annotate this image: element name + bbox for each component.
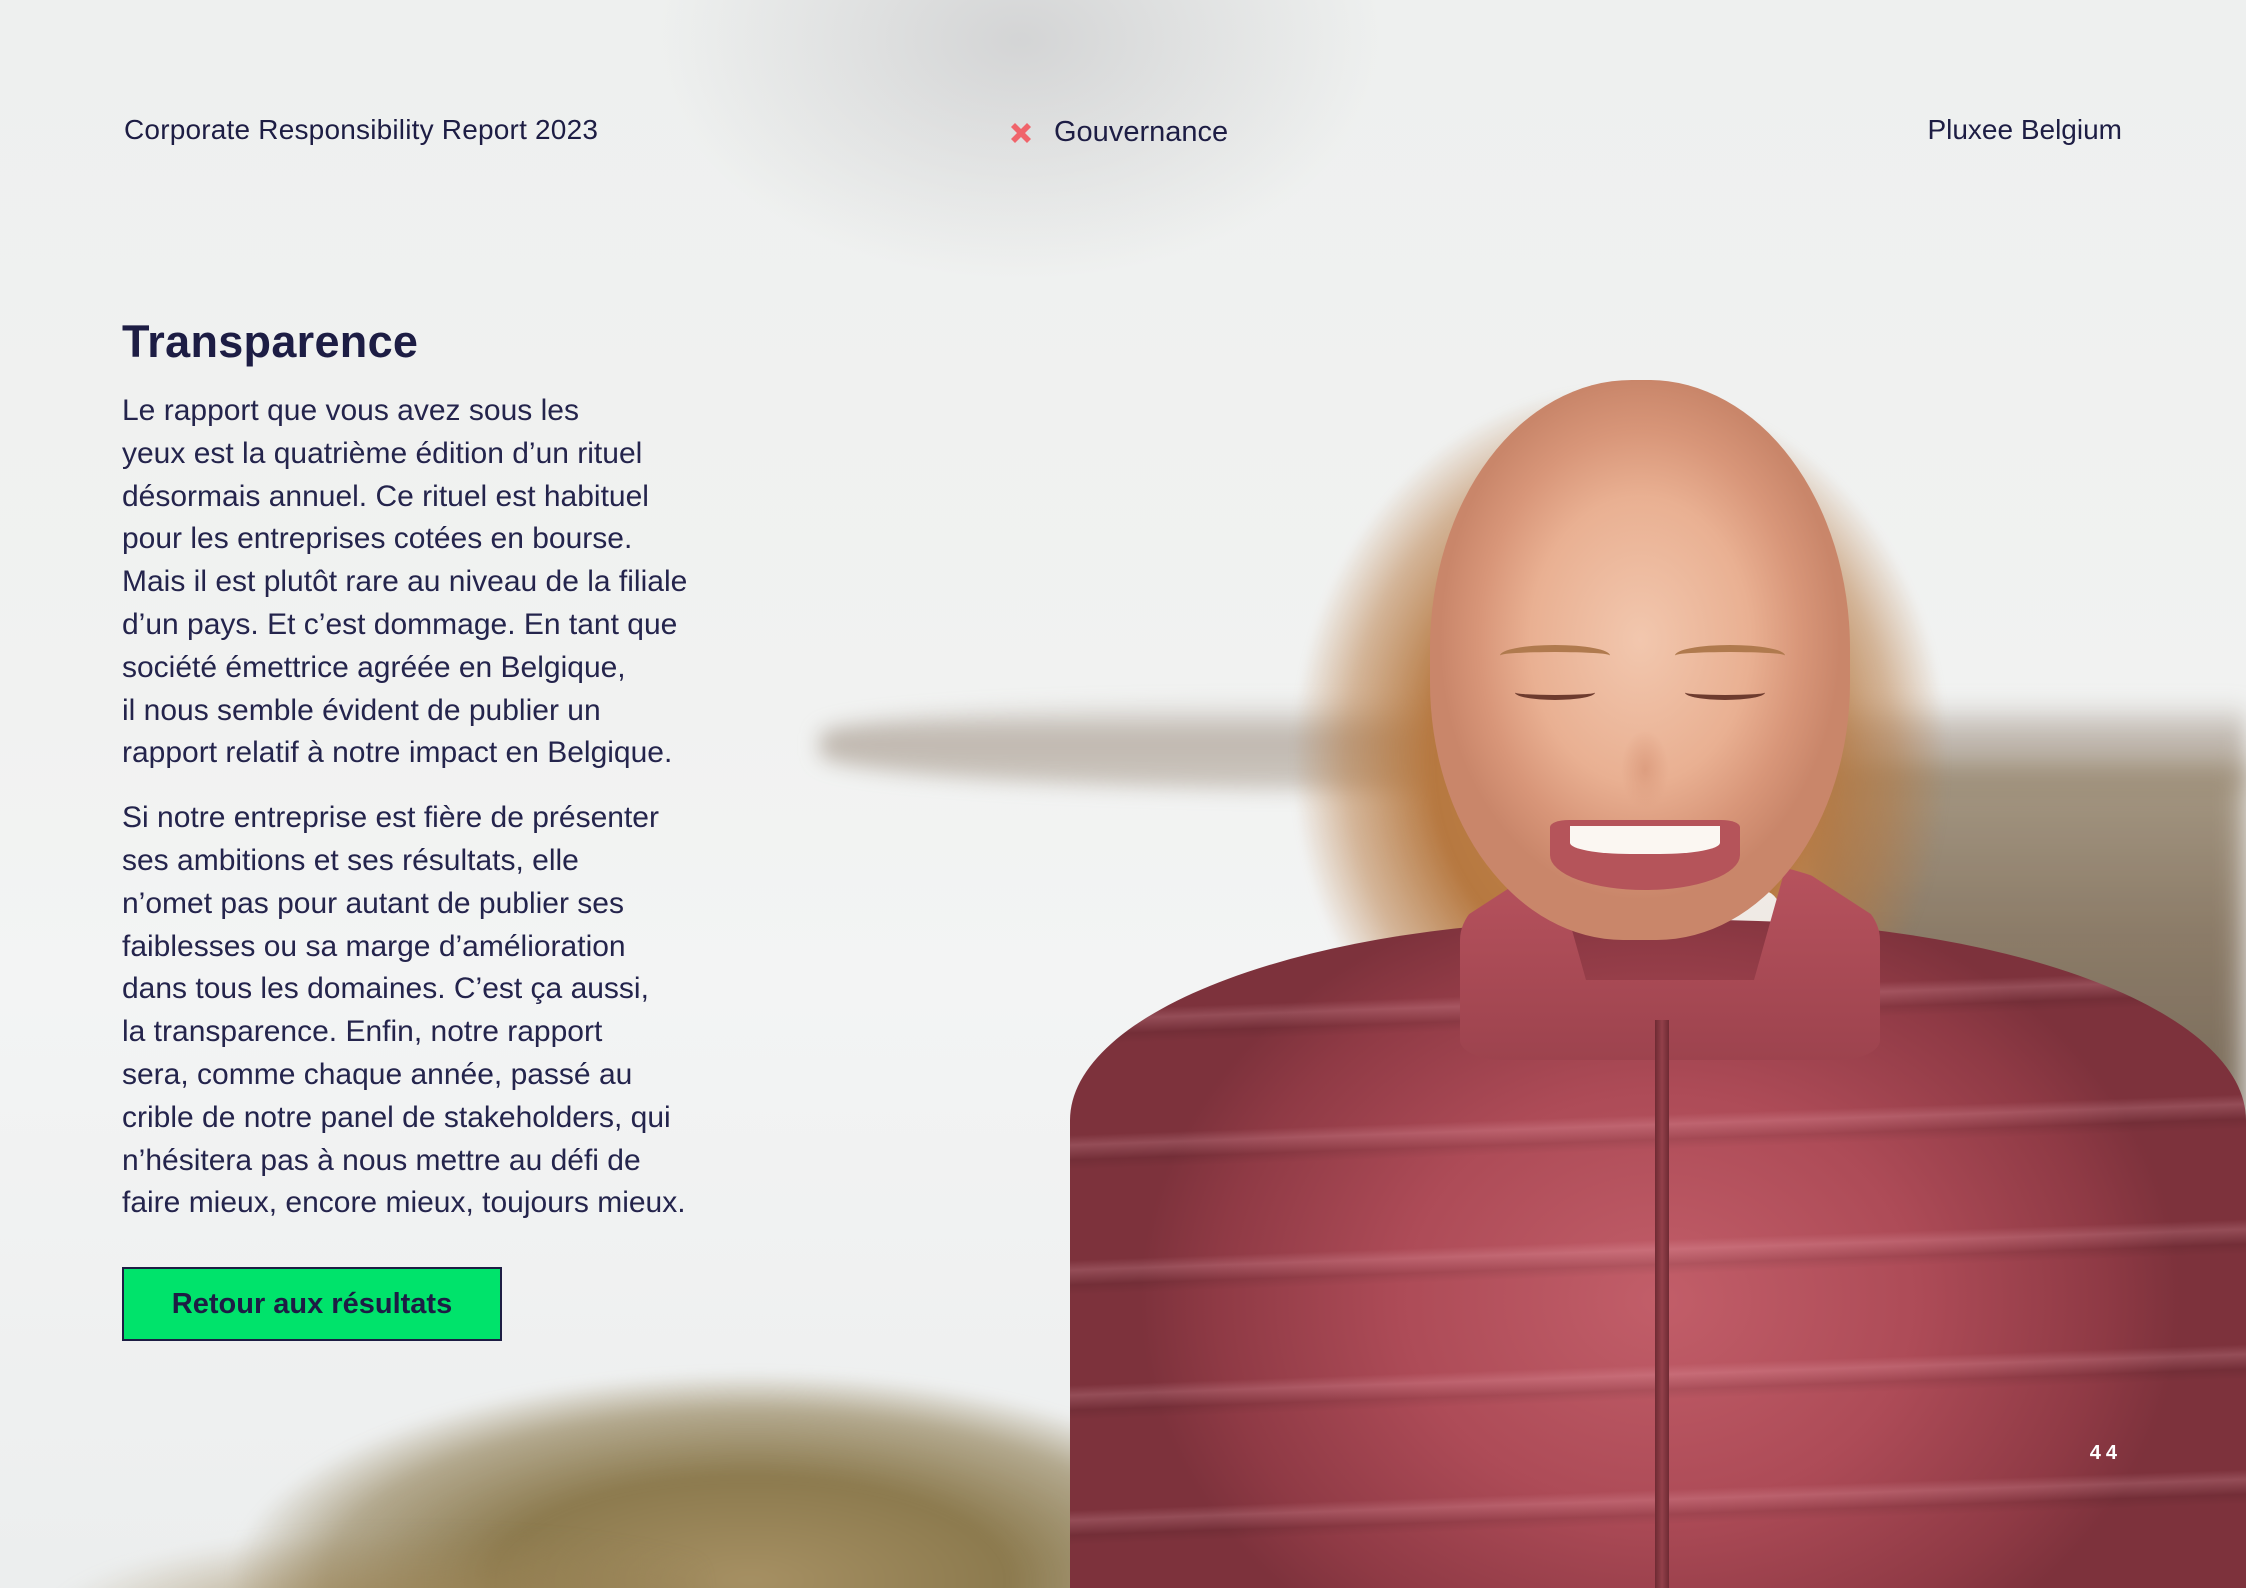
portrait-photo — [1040, 300, 2246, 1588]
portrait-teeth — [1570, 826, 1720, 854]
running-title: Corporate Responsibility Report 2023 — [124, 114, 599, 145]
body-text: Le rapport que vous avez sous les yeux e… — [122, 390, 802, 1247]
paragraph: Si notre entreprise est fière de présent… — [122, 801, 686, 1220]
portrait-eye-right — [1685, 685, 1765, 700]
portrait-brow-right — [1675, 645, 1785, 666]
portrait-eye-left — [1515, 685, 1595, 700]
brand-name: Pluxee Belgium — [1927, 114, 2122, 145]
portrait-zipper — [1655, 1020, 1669, 1588]
x-mark-icon — [1008, 120, 1034, 146]
portrait-face — [1430, 380, 1850, 940]
portrait-brow-left — [1500, 645, 1610, 666]
paragraph: Le rapport que vous avez sous les yeux e… — [122, 394, 688, 770]
section-label: Gouvernance — [1054, 116, 1229, 148]
section-title: Transparence — [122, 316, 419, 367]
back-to-results-button[interactable]: Retour aux résultats — [122, 1267, 502, 1341]
portrait-smile — [1550, 820, 1740, 890]
section-tag: Gouvernance — [1008, 116, 1228, 149]
page: Corporate Responsibility Report 2023 Gou… — [0, 0, 2246, 1588]
portrait-nose — [1610, 700, 1680, 810]
background-grass-left — [0, 1460, 700, 1588]
page-number: 44 — [2089, 1442, 2122, 1464]
